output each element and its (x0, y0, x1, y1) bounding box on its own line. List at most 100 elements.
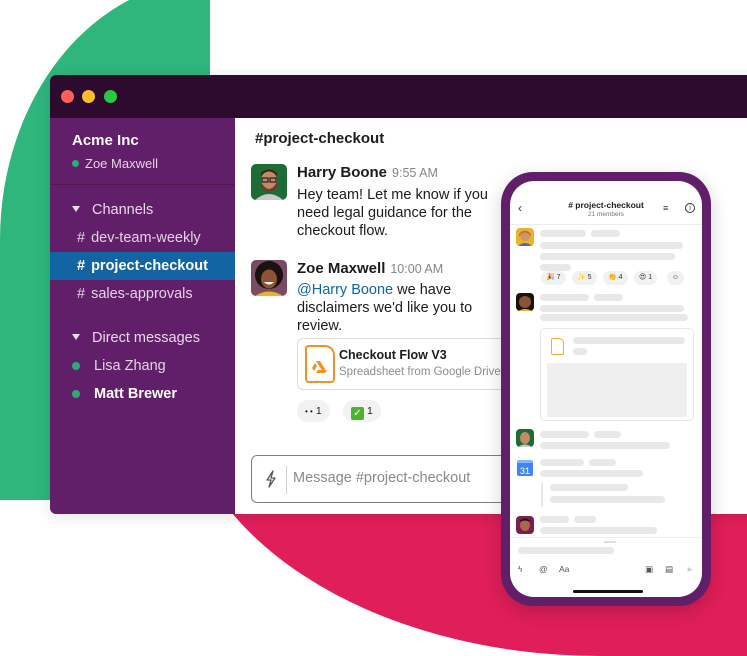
placeholder-line (540, 305, 684, 312)
reaction-count: 1 (367, 405, 373, 417)
mobile-reaction-tada[interactable]: 🎉 7 (541, 271, 566, 285)
placeholder-line (550, 484, 628, 491)
attach-file-icon[interactable]: ▣ (645, 564, 653, 575)
mobile-channel-title: # project-checkout (568, 200, 644, 210)
reaction-count: 1 (315, 405, 322, 417)
sparkles-icon: ✨ (577, 274, 586, 281)
avatar-image (251, 260, 287, 296)
dm-label: Matt Brewer (94, 386, 177, 402)
mobile-reaction-sparkles[interactable]: ✨ 5 (572, 271, 597, 285)
channels-header-label: Channels (92, 202, 154, 218)
send-icon[interactable]: ► (686, 564, 694, 574)
home-indicator (573, 590, 643, 593)
hash-icon: # (77, 286, 86, 302)
reaction-white-check-mark[interactable]: ✓ 1 (343, 400, 381, 422)
shortcuts-bolt-icon[interactable] (264, 470, 278, 488)
google-calendar-icon: 31 (517, 460, 533, 476)
drag-handle[interactable] (604, 541, 616, 543)
avatar-harry-boone[interactable] (251, 164, 287, 200)
mobile-phone-mockup: ‹ # project-checkout 21 members ≡ i 🎉 7 … (501, 172, 711, 606)
channel-label: project-checkout (91, 258, 208, 274)
message-author[interactable]: Harry Boone 9:55 AM (297, 164, 438, 181)
divider (510, 537, 702, 538)
minimize-window-button[interactable] (82, 90, 95, 103)
add-reaction-button[interactable]: ☺ (667, 271, 684, 285)
channel-label: sales-approvals (91, 286, 193, 302)
placeholder-line (591, 230, 620, 237)
search-list-icon[interactable]: ≡ (663, 203, 668, 213)
image-icon[interactable]: ▤ (665, 564, 673, 575)
dm-label: Lisa Zhang (94, 358, 166, 374)
placeholder-line (540, 294, 589, 301)
message-text: Hey team! Let me know if you need legal … (297, 187, 488, 239)
check-mark-icon: ✓ (351, 407, 364, 420)
info-icon[interactable]: i (685, 203, 695, 213)
presence-icon (72, 390, 80, 398)
message-timestamp[interactable]: 10:00 AM (390, 262, 443, 276)
mobile-avatar (516, 228, 534, 246)
sidebar-item-project-checkout[interactable]: # project-checkout (50, 252, 235, 280)
placeholder-line (540, 230, 586, 237)
hash-icon: # (77, 230, 86, 246)
tada-icon: 🎉 (546, 274, 555, 281)
placeholder-line (540, 516, 569, 523)
message-input[interactable]: Message #project-checkout (293, 470, 470, 486)
placeholder-line (540, 459, 584, 466)
eyes-icon: • • (305, 407, 313, 416)
placeholder-line (589, 459, 616, 466)
placeholder-line (540, 431, 589, 438)
mobile-reaction-clap[interactable]: 👏 4 (603, 271, 628, 285)
channel-label: dev-team-weekly (91, 230, 201, 246)
format-text-icon[interactable]: Aa (559, 564, 569, 574)
message-timestamp[interactable]: 9:55 AM (392, 166, 438, 180)
current-user[interactable]: Zoe Maxwell (72, 156, 158, 171)
workspace-name[interactable]: Acme Inc (72, 132, 139, 149)
title-bar (50, 75, 747, 118)
avatar-image (251, 164, 287, 200)
mobile-file-card[interactable] (540, 328, 694, 421)
close-window-button[interactable] (61, 90, 74, 103)
placeholder-line (540, 470, 643, 477)
heart-eyes-icon: 😍 (639, 274, 647, 281)
mobile-member-count: 21 members (587, 211, 625, 218)
author-name: Harry Boone (297, 164, 388, 181)
placeholder-line (594, 431, 621, 438)
avatar-image (518, 296, 532, 311)
reaction-count: 1 (648, 274, 653, 281)
mobile-reaction-heart-eyes[interactable]: 😍 1 (634, 271, 658, 285)
dm-header-label: Direct messages (92, 330, 200, 346)
placeholder-line (540, 253, 675, 260)
placeholder-line (573, 348, 587, 355)
channels-section-header[interactable]: Channels (72, 202, 153, 218)
direct-messages-section-header[interactable]: Direct messages (72, 330, 200, 346)
reaction-eyes[interactable]: • • 1 (297, 400, 330, 422)
caret-down-icon (72, 334, 80, 340)
maximize-window-button[interactable] (104, 90, 117, 103)
mobile-avatar (516, 293, 534, 311)
sidebar-item-lisa-zhang[interactable]: Lisa Zhang (50, 352, 235, 380)
divider (286, 466, 287, 494)
shortcuts-bolt-icon[interactable]: ϟ (518, 564, 523, 574)
avatar-zoe-maxwell[interactable] (251, 260, 287, 296)
sidebar-item-sales-approvals[interactable]: # sales-approvals (50, 280, 235, 308)
user-mention[interactable]: @Harry Boone (297, 282, 393, 298)
sidebar-item-matt-brewer[interactable]: Matt Brewer (50, 380, 235, 408)
avatar-image (518, 230, 532, 246)
placeholder-line (540, 242, 683, 249)
author-name: Zoe Maxwell (297, 260, 386, 277)
mention-at-icon[interactable]: @ (539, 564, 548, 574)
message-text: @Harry Boone we have disclaimers we'd li… (297, 281, 497, 335)
message-author[interactable]: Zoe Maxwell 10:00 AM (297, 260, 443, 277)
mobile-message-input[interactable] (518, 547, 614, 554)
attachment-subtitle: Spreadsheet from Google Drive (339, 366, 501, 378)
quote-bar (541, 483, 543, 507)
sidebar-item-dev-team-weekly[interactable]: # dev-team-weekly (50, 224, 235, 252)
sidebar: Acme Inc Zoe Maxwell Channels # dev-team-… (50, 118, 235, 514)
avatar-image (518, 432, 532, 447)
placeholder-line (550, 496, 665, 503)
placeholder-line (540, 264, 571, 271)
divider (510, 224, 702, 225)
file-preview (547, 363, 687, 417)
presence-icon (72, 362, 80, 370)
channel-title[interactable]: #project-checkout (255, 130, 384, 147)
